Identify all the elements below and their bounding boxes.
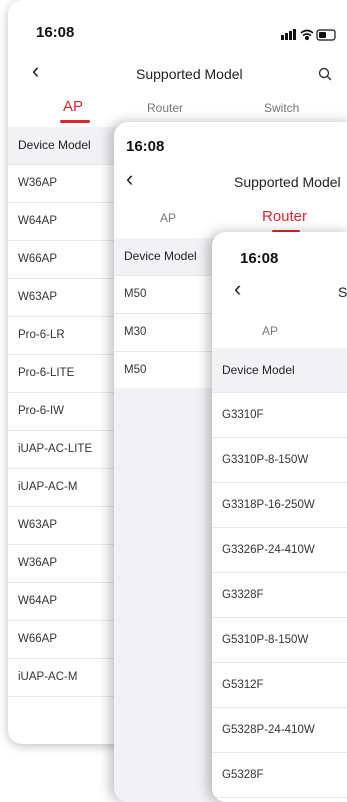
back-icon[interactable]: ‹ bbox=[32, 60, 39, 82]
page-title: Supported Model bbox=[136, 66, 243, 82]
back-icon[interactable]: ‹ bbox=[126, 168, 133, 190]
list-item[interactable]: G3326P-24-410W bbox=[212, 528, 347, 573]
page-title: S bbox=[338, 284, 347, 300]
status-time: 16:08 bbox=[240, 250, 279, 267]
nav-bar: ‹ S bbox=[212, 274, 347, 314]
list-item[interactable]: G5310P-8-150W bbox=[212, 618, 347, 663]
status-time: 16:08 bbox=[36, 24, 75, 41]
tab-switch[interactable]: Switch bbox=[264, 101, 299, 115]
list-item[interactable]: G5312F bbox=[212, 663, 347, 708]
tab-ap[interactable]: AP bbox=[63, 98, 83, 115]
list-header: Device Model bbox=[212, 348, 347, 393]
screen-switch: 16:08 ‹ S AP Device Model G3310F G3310P-… bbox=[212, 232, 347, 802]
list-item[interactable]: G3328F bbox=[212, 573, 347, 618]
status-bar: 16:08 bbox=[8, 0, 347, 46]
page-title: Supported Model bbox=[234, 174, 341, 190]
tab-bar: AP bbox=[212, 316, 347, 352]
back-icon[interactable]: ‹ bbox=[234, 278, 241, 300]
list-item[interactable]: G3318P-16-250W bbox=[212, 483, 347, 528]
signal-icon bbox=[281, 29, 296, 40]
status-icons bbox=[281, 29, 336, 41]
tab-ap[interactable]: AP bbox=[262, 324, 278, 338]
list-item[interactable]: G5328F bbox=[212, 753, 347, 798]
list-item[interactable]: G3310F bbox=[212, 393, 347, 438]
nav-bar: ‹ Supported Model bbox=[114, 164, 347, 204]
search-icon[interactable] bbox=[318, 67, 332, 81]
status-time: 16:08 bbox=[126, 138, 165, 155]
tab-active-indicator bbox=[60, 120, 90, 123]
tab-ap[interactable]: AP bbox=[160, 211, 176, 225]
list-item[interactable]: G3310P-8-150W bbox=[212, 438, 347, 483]
tab-router[interactable]: Router bbox=[262, 208, 307, 225]
battery-icon bbox=[316, 29, 336, 41]
wifi-icon bbox=[300, 29, 314, 41]
device-model-list: Device Model G3310F G3310P-8-150W G3318P… bbox=[212, 348, 347, 798]
list-item[interactable]: G5328P-24-410W bbox=[212, 708, 347, 753]
nav-bar: ‹ Supported Model bbox=[8, 54, 347, 94]
tab-router[interactable]: Router bbox=[147, 101, 183, 115]
